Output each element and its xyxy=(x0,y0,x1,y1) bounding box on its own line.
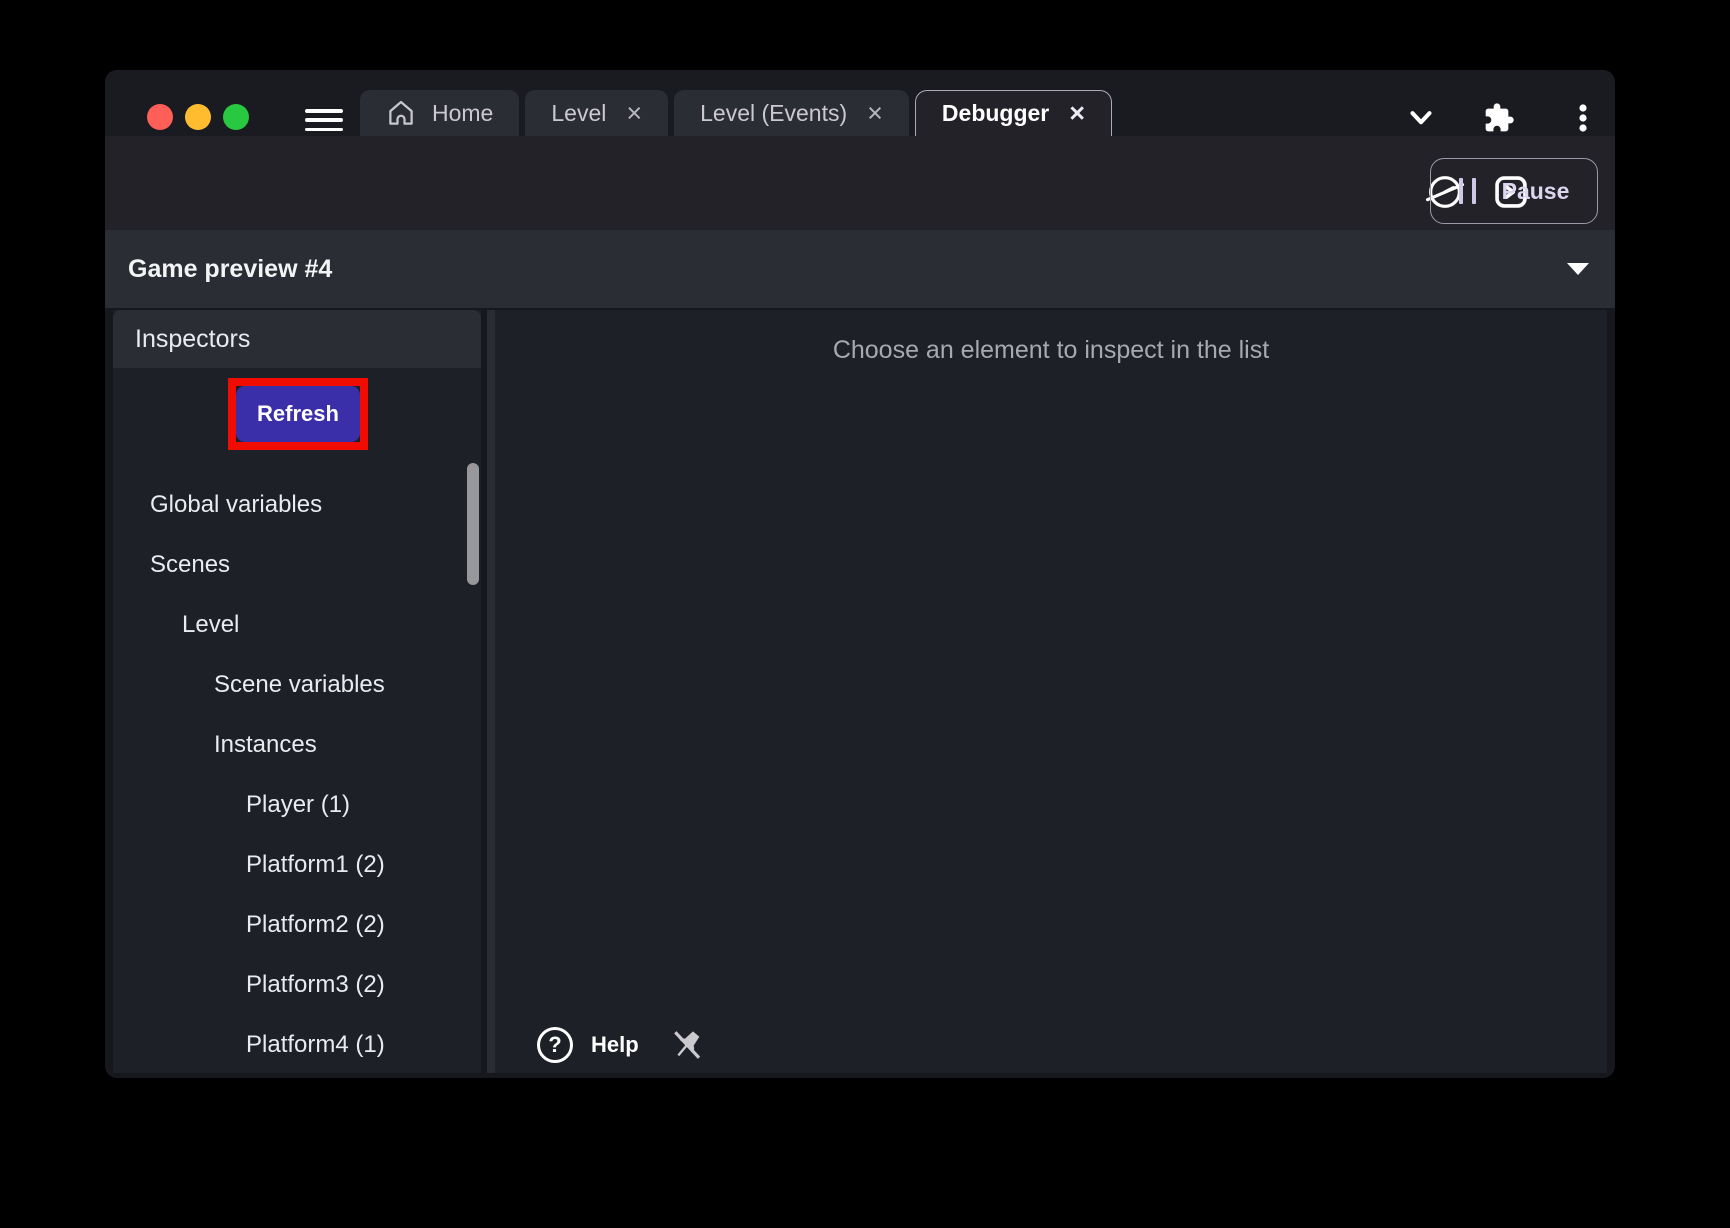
tree-item[interactable]: Global variables xyxy=(113,475,473,535)
tree-item-label: Platform2 (2) xyxy=(246,911,385,938)
tab-close-icon[interactable]: × xyxy=(626,99,642,127)
tree-item[interactable]: Player (1) xyxy=(113,775,473,835)
inspectors-header-label: Inspectors xyxy=(135,324,251,353)
tab-close-icon[interactable]: × xyxy=(867,99,883,127)
empty-state-message: Choose an element to inspect in the list xyxy=(832,336,1270,364)
tree-item-label: Player (1) xyxy=(246,791,351,818)
traffic-light-green[interactable] xyxy=(223,104,249,130)
traffic-lights xyxy=(147,104,249,130)
chevron-down-icon[interactable] xyxy=(1403,100,1439,136)
tree-item-label: Level xyxy=(182,611,240,638)
tree-item-label: Scene variables xyxy=(214,671,385,698)
extensions-puzzle-icon[interactable] xyxy=(1481,100,1517,136)
tab-strip: Home Level × Level (Events) × Debugger × xyxy=(360,90,1113,136)
tree-item-label: Platform1 (2) xyxy=(246,851,385,878)
home-icon xyxy=(386,98,416,128)
tab-close-icon[interactable]: × xyxy=(1069,100,1085,127)
tree-item[interactable]: Scene variables xyxy=(113,655,473,715)
tree-item[interactable]: Instances xyxy=(113,715,473,775)
debugger-toolbar: Pause xyxy=(105,136,1615,230)
traffic-light-red[interactable] xyxy=(147,104,173,130)
tree-item[interactable]: Level xyxy=(113,595,473,655)
help-bar: ? Help xyxy=(537,1027,705,1063)
help-question-icon[interactable]: ? xyxy=(537,1027,573,1063)
tree-item-label: Global variables xyxy=(150,491,323,518)
inspectors-sidebar: Inspectors Refresh Global variables Scen… xyxy=(113,310,481,1073)
tab-label: Level (Events) xyxy=(700,99,848,126)
annotation-box: Refresh xyxy=(228,378,368,450)
sidebar-scrollbar-thumb[interactable] xyxy=(467,463,479,585)
kebab-menu-icon[interactable] xyxy=(1565,100,1601,136)
tab-bar: Home Level × Level (Events) × Debugger × xyxy=(105,70,1615,136)
preview-selector[interactable]: Game preview #4 xyxy=(105,230,1615,308)
dropdown-caret-icon xyxy=(1567,263,1589,275)
tree-item[interactable]: Platform2 (2) xyxy=(113,895,473,955)
tree-item[interactable]: Platform1 (2) xyxy=(113,835,473,895)
tree-item-label: Platform3 (2) xyxy=(246,971,385,998)
tab-label: Level xyxy=(551,99,607,126)
tree-item-label: Platform4 (1) xyxy=(246,1031,385,1058)
tab[interactable]: Home xyxy=(360,90,520,136)
tab[interactable]: Level × xyxy=(525,90,669,136)
tree-item-label: Instances xyxy=(214,731,317,758)
pause-button-label: Pause xyxy=(1501,177,1570,204)
inspector-detail-panel: Choose an element to inspect in the list… xyxy=(495,310,1607,1073)
tree-item[interactable]: Platform3 (2) xyxy=(113,955,473,1015)
tree-item[interactable]: Platform4 (1) xyxy=(113,1015,473,1075)
inspector-tree: Global variables Scenes Level Scene vari… xyxy=(113,475,473,1075)
unpin-icon[interactable] xyxy=(669,1027,705,1063)
help-label[interactable]: Help xyxy=(591,1032,639,1058)
tab-label: Debugger xyxy=(941,100,1050,126)
tab[interactable]: Debugger × xyxy=(914,90,1113,136)
tab-label: Home xyxy=(432,99,494,126)
pause-button[interactable]: Pause xyxy=(1430,158,1598,224)
inspectors-header: Inspectors xyxy=(113,310,481,368)
debugger-window: Home Level × Level (Events) × Debugger × xyxy=(105,70,1615,1078)
tab[interactable]: Level (Events) × xyxy=(674,90,909,136)
menu-icon[interactable] xyxy=(305,109,343,131)
pause-icon xyxy=(1458,178,1476,204)
tree-item[interactable]: Scenes xyxy=(113,535,473,595)
tree-item-label: Scenes xyxy=(150,551,231,578)
panel-resize-handle[interactable] xyxy=(487,310,495,1073)
refresh-button[interactable]: Refresh xyxy=(236,386,360,442)
traffic-light-yellow[interactable] xyxy=(185,104,211,130)
preview-selector-label: Game preview #4 xyxy=(128,254,333,283)
